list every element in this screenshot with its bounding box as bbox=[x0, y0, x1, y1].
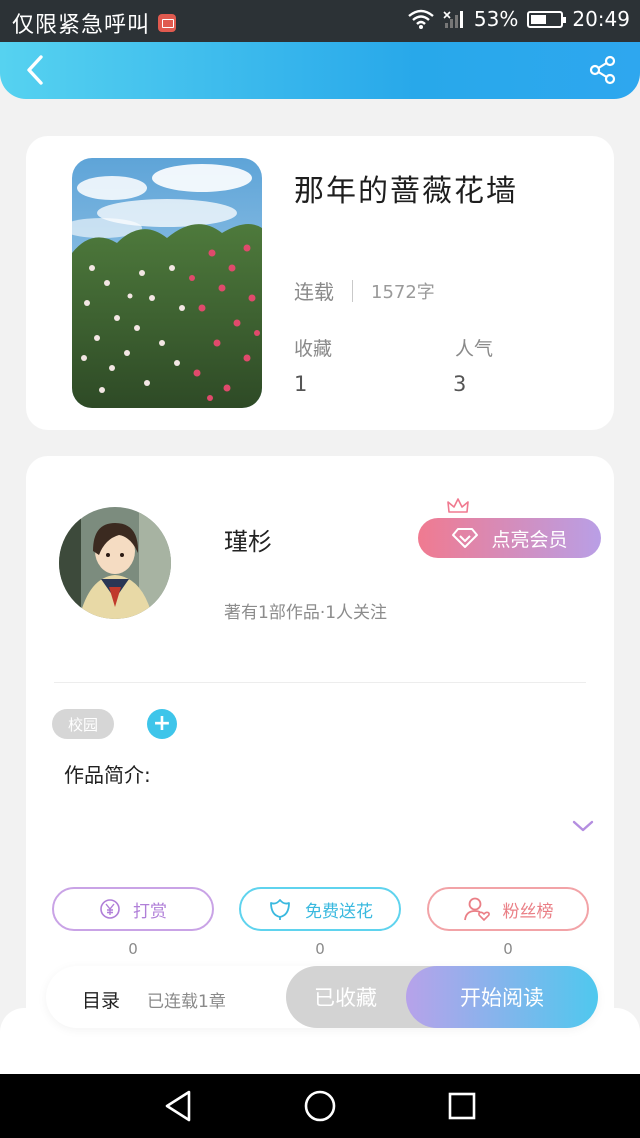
home-circle-icon bbox=[304, 1090, 336, 1122]
add-tag-button[interactable]: + bbox=[147, 709, 177, 739]
share-icon bbox=[589, 55, 616, 85]
battery-percent: 53% bbox=[473, 7, 519, 31]
status-right: 53% 20:49 bbox=[408, 7, 630, 31]
author-name[interactable]: 瑾杉 bbox=[224, 522, 272, 557]
mail-icon bbox=[158, 14, 177, 32]
crown-icon bbox=[447, 498, 469, 513]
nav-back-button[interactable] bbox=[158, 1086, 198, 1126]
send-flower-button[interactable]: 免费送花 bbox=[239, 887, 401, 931]
divider bbox=[54, 682, 586, 683]
diamond-icon bbox=[452, 528, 479, 548]
fans-ranking-label: 粉丝榜 bbox=[502, 901, 554, 922]
vip-button[interactable]: 点亮会员 bbox=[418, 518, 601, 558]
status-bar: 仅限紧急呼叫 53% 20:49 bbox=[0, 0, 640, 42]
chapter-count[interactable]: 已连载1章 bbox=[147, 987, 226, 1012]
flower-count: 0 bbox=[315, 940, 325, 958]
word-count: 1572字 bbox=[371, 281, 435, 303]
avatar-illustration bbox=[59, 507, 171, 619]
start-reading-button[interactable]: 开始阅读 bbox=[406, 966, 598, 1028]
tag-campus[interactable]: 校园 bbox=[52, 709, 114, 739]
serial-info: 连载 1572字 bbox=[294, 276, 435, 305]
flower-icon bbox=[270, 899, 290, 920]
favorites-value: 1 bbox=[294, 372, 308, 396]
back-triangle-icon bbox=[165, 1090, 191, 1122]
nav-recents-button[interactable] bbox=[442, 1086, 482, 1126]
clock: 20:49 bbox=[572, 7, 630, 31]
signal-icon bbox=[443, 11, 463, 28]
nav-home-button[interactable] bbox=[300, 1086, 340, 1126]
fans-count: 0 bbox=[503, 940, 513, 958]
book-title: 那年的蔷薇花墙 bbox=[294, 174, 518, 209]
vip-button-label: 点亮会员 bbox=[491, 528, 568, 551]
expand-intro-button[interactable] bbox=[572, 818, 594, 837]
reward-label: 打赏 bbox=[133, 901, 167, 922]
battery-icon bbox=[527, 10, 567, 28]
top-app-bar bbox=[0, 42, 640, 99]
favorites-label: 收藏 bbox=[294, 338, 333, 360]
table-of-contents-button[interactable]: 目录 bbox=[82, 986, 120, 1013]
chevron-down-icon bbox=[572, 820, 594, 832]
yen-icon bbox=[100, 899, 120, 919]
intro-label: 作品简介: bbox=[64, 763, 151, 787]
book-cover[interactable] bbox=[72, 158, 262, 408]
carrier-text: 仅限紧急呼叫 bbox=[12, 13, 151, 38]
wifi-icon bbox=[408, 9, 434, 29]
rose-wall-image bbox=[72, 158, 262, 408]
fans-ranking-button[interactable]: 粉丝榜 bbox=[427, 887, 589, 931]
share-button[interactable] bbox=[586, 50, 620, 90]
book-info-card: 那年的蔷薇花墙 连载 1572字 收藏 人气 1 3 bbox=[26, 136, 614, 430]
recents-square-icon bbox=[448, 1092, 476, 1120]
author-summary: 著有1部作品·1人关注 bbox=[224, 603, 388, 623]
system-nav-bar bbox=[0, 1074, 640, 1138]
popularity-value: 3 bbox=[453, 372, 467, 396]
send-flower-label: 免费送花 bbox=[305, 901, 373, 922]
status-left: 仅限紧急呼叫 bbox=[12, 7, 177, 39]
divider bbox=[352, 279, 353, 302]
chevron-left-icon bbox=[27, 55, 43, 85]
user-heart-icon bbox=[463, 897, 490, 922]
avatar[interactable] bbox=[59, 507, 171, 619]
serial-status: 连载 bbox=[294, 280, 334, 304]
popularity-label: 人气 bbox=[455, 338, 494, 360]
reward-button[interactable]: 打赏 bbox=[52, 887, 214, 931]
reward-count: 0 bbox=[128, 940, 138, 958]
back-button[interactable] bbox=[18, 50, 52, 90]
plus-icon: + bbox=[152, 711, 172, 736]
bottom-action-bar: 目录 已连载1章 已收藏 开始阅读 bbox=[46, 966, 598, 1028]
